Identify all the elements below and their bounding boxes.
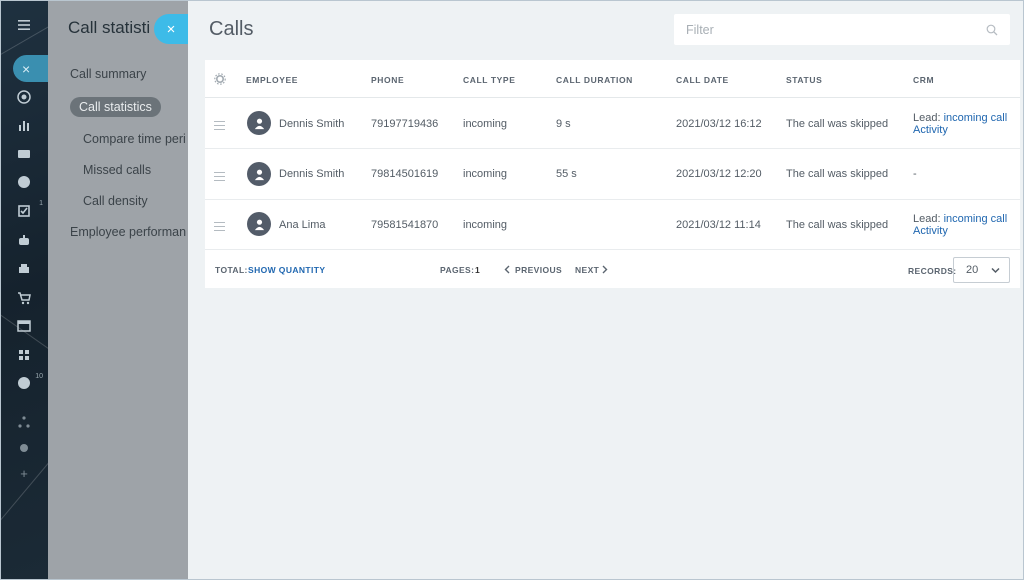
menu-item-call-statistics[interactable]: Call statistics	[70, 97, 161, 117]
call-date: 2021/03/12 12:20	[676, 168, 762, 180]
crm-empty: -	[913, 168, 917, 180]
menu-item-compare-time-periods[interactable]: Compare time peri	[83, 132, 186, 146]
drag-handle-icon[interactable]	[214, 222, 225, 234]
menu-item-missed-calls[interactable]: Missed calls	[83, 163, 151, 177]
column-header-call-duration[interactable]: CALL DURATION	[556, 75, 633, 85]
drag-handle-icon[interactable]	[214, 172, 225, 184]
target-icon[interactable]	[12, 85, 36, 109]
crm-activity-link[interactable]: Activity	[913, 124, 1007, 136]
call-duration: 9 s	[556, 118, 571, 130]
show-quantity-link[interactable]: SHOW QUANTITY	[248, 265, 325, 275]
cart-icon[interactable]	[12, 286, 36, 310]
call-status: The call was skipped	[786, 168, 889, 180]
call-status: The call was skipped	[786, 219, 889, 231]
chevron-left-icon[interactable]	[504, 265, 510, 274]
call-type: incoming	[463, 118, 508, 130]
total-label: TOTAL:	[215, 265, 248, 275]
crm-prefix: Lead:	[913, 112, 944, 124]
table-row[interactable]: Ana Lima 79581541870 incoming 2021/03/12…	[205, 200, 1020, 250]
crm-prefix: Lead:	[913, 213, 944, 225]
heart-badge: 10	[35, 373, 43, 380]
previous-page-button[interactable]: PREVIOUS	[515, 265, 562, 275]
page-number[interactable]: 1	[475, 265, 480, 275]
filter-box[interactable]	[674, 14, 1010, 45]
employee-name[interactable]: Dennis Smith	[279, 168, 344, 180]
call-date: 2021/03/12 16:12	[676, 118, 762, 130]
background-page-title: Call statisti	[68, 18, 151, 37]
apps-icon[interactable]	[12, 343, 36, 367]
pages-label: PAGES:	[440, 265, 475, 275]
sitemap-icon[interactable]	[12, 410, 36, 434]
avatar[interactable]	[247, 212, 271, 236]
plus-icon[interactable]: +	[12, 461, 36, 485]
records-value: 20	[966, 264, 979, 276]
window-icon[interactable]	[12, 314, 36, 338]
column-header-call-type[interactable]: CALL TYPE	[463, 75, 515, 85]
crm-activity-link[interactable]: Activity	[913, 225, 1007, 237]
crm-cell: Lead: incoming call Activity	[913, 112, 1007, 136]
call-type: incoming	[463, 219, 508, 231]
menu-item-call-summary[interactable]: Call summary	[70, 67, 146, 81]
page-title: Calls	[209, 18, 254, 40]
close-icon: ×	[22, 60, 31, 77]
chevron-right-icon[interactable]	[602, 265, 608, 274]
crm-cell: Lead: incoming call Activity	[913, 213, 1007, 237]
avatar[interactable]	[247, 111, 271, 135]
call-status: The call was skipped	[786, 118, 889, 130]
bar-chart-icon[interactable]	[12, 113, 36, 137]
task-icon[interactable]	[12, 199, 36, 223]
chevron-down-icon	[991, 267, 1000, 274]
robot-icon[interactable]	[12, 228, 36, 252]
crm-lead-link[interactable]: incoming call	[944, 213, 1008, 225]
menu-item-employee-performance[interactable]: Employee performan	[70, 225, 186, 239]
grid-header: EMPLOYEE PHONE CALL TYPE CALL DURATION C…	[205, 60, 1020, 98]
calls-grid: EMPLOYEE PHONE CALL TYPE CALL DURATION C…	[205, 60, 1020, 288]
task-badge: 1	[39, 200, 43, 207]
left-icon-rail: × 1 10 +	[0, 0, 48, 580]
column-header-crm[interactable]: CRM	[913, 75, 934, 85]
menu-icon[interactable]	[12, 13, 36, 37]
clock-icon[interactable]	[12, 170, 36, 194]
heart-icon[interactable]	[12, 371, 36, 395]
mail-icon[interactable]	[12, 142, 36, 166]
phone-number: 79814501619	[371, 168, 439, 180]
drag-handle-icon[interactable]	[214, 121, 225, 133]
column-header-status[interactable]: STATUS	[786, 75, 822, 85]
records-label: RECORDS:	[908, 266, 957, 276]
calls-slider: Calls EMPLOYEE PHONE CALL TYPE CALL DURA…	[188, 0, 1024, 580]
employee-name[interactable]: Dennis Smith	[279, 118, 344, 130]
table-row[interactable]: Dennis Smith 79197719436 incoming 9 s 20…	[205, 99, 1020, 149]
grid-settings-icon[interactable]	[214, 73, 226, 85]
grid-footer: TOTAL: SHOW QUANTITY PAGES: 1 PREVIOUS N…	[205, 250, 1020, 288]
call-date: 2021/03/12 11:14	[676, 219, 761, 231]
avatar[interactable]	[247, 162, 271, 186]
next-page-button[interactable]: NEXT	[575, 265, 599, 275]
column-header-phone[interactable]: PHONE	[371, 75, 404, 85]
background-panel: Call statisti Call summary Call statisti…	[48, 0, 188, 580]
phone-number: 79581541870	[371, 219, 439, 231]
slider-close-button[interactable]: ×	[154, 14, 188, 44]
search-icon[interactable]	[986, 24, 998, 36]
menu-item-call-density[interactable]: Call density	[83, 194, 148, 208]
column-header-call-date[interactable]: CALL DATE	[676, 75, 729, 85]
employee-name[interactable]: Ana Lima	[279, 219, 325, 231]
close-icon: ×	[166, 20, 176, 38]
crm-lead-link[interactable]: incoming call	[944, 112, 1008, 124]
column-header-employee[interactable]: EMPLOYEE	[246, 75, 298, 85]
call-type: incoming	[463, 168, 508, 180]
records-per-page-select[interactable]: 20	[953, 257, 1010, 283]
rail-close-bubble[interactable]: ×	[13, 55, 48, 82]
table-row[interactable]: Dennis Smith 79814501619 incoming 55 s 2…	[205, 150, 1020, 200]
filter-input[interactable]	[686, 22, 986, 37]
phone-number: 79197719436	[371, 118, 439, 130]
gear-icon[interactable]	[12, 436, 36, 460]
printer-icon[interactable]	[12, 257, 36, 281]
call-duration: 55 s	[556, 168, 577, 180]
